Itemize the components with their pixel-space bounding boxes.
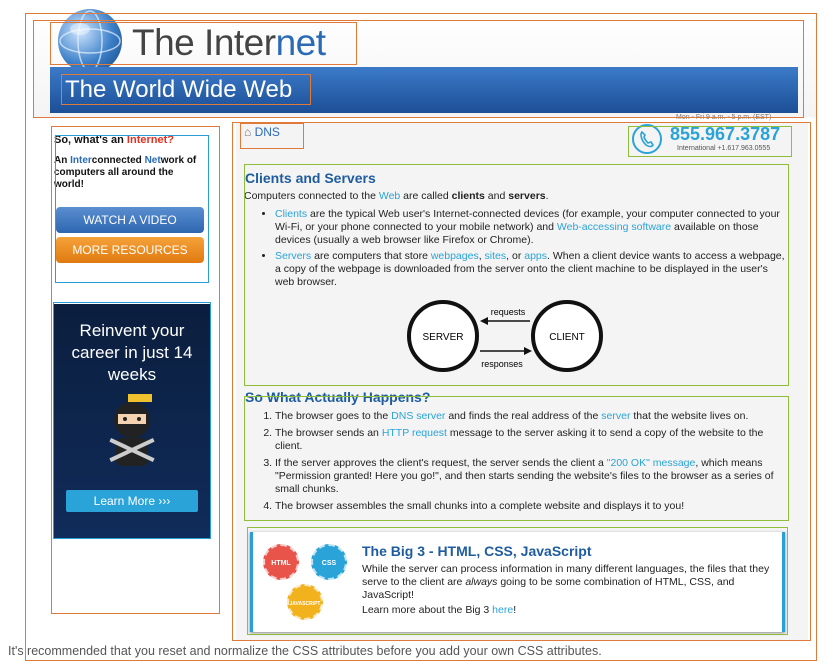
overlay-box xyxy=(55,135,209,283)
overlay-box xyxy=(53,302,211,539)
overlay-box xyxy=(61,74,311,105)
overlay-box xyxy=(244,396,789,521)
overlay-box xyxy=(247,527,788,635)
overlay-box xyxy=(244,164,789,386)
overlay-box xyxy=(240,123,304,149)
overlay-box xyxy=(628,126,792,157)
overlay-box xyxy=(50,22,357,65)
